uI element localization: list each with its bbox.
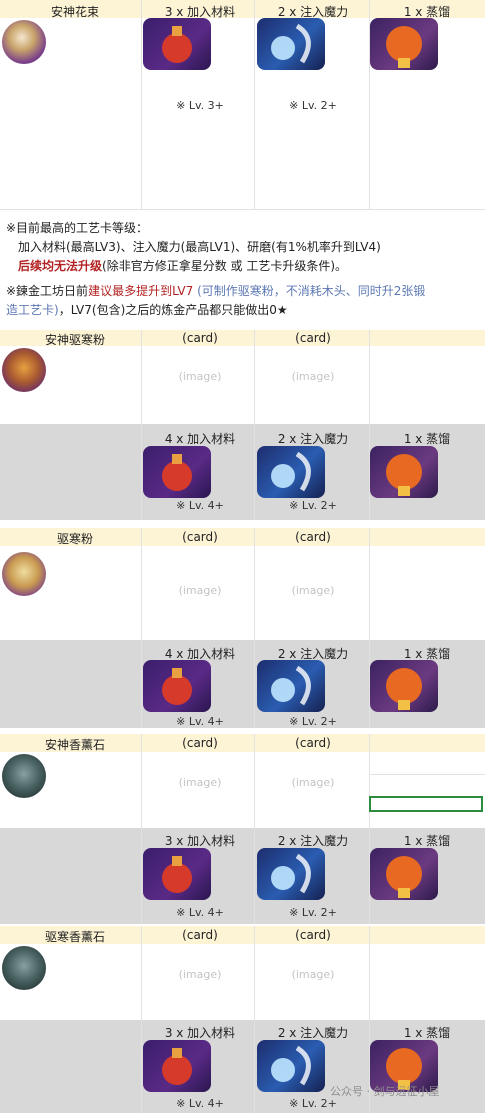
distill-flask-card-icon xyxy=(370,18,438,70)
potion-card-icon xyxy=(143,18,211,70)
magic-swirl-card-icon xyxy=(257,18,325,70)
notes-line-5: 造工艺卡)，LV7(包含)之后的炼金产品都只能做出0★ xyxy=(0,301,485,320)
card-label: (card) xyxy=(295,530,331,544)
image-placeholder: (image) xyxy=(291,968,335,981)
image-placeholder: (image) xyxy=(178,584,222,597)
distill-flask-card-icon xyxy=(370,446,438,498)
level-materials: ※ Lv. 4+ xyxy=(176,715,224,728)
card-label: (card) xyxy=(295,928,331,942)
item-name: 驱寒香薰石 xyxy=(44,930,105,944)
notes-line-2: 加入材料(最高LV3)、注入魔力(最高LV1)、研磨(有1%机率升到LV4) xyxy=(18,240,381,254)
level-materials: ※ Lv. 4+ xyxy=(176,499,224,512)
notes-line-3-rest: (除非官方修正拿星分数 或 工艺卡升级条件)。 xyxy=(102,259,348,273)
distill-flask-card-icon xyxy=(370,660,438,712)
card-label: (card) xyxy=(182,331,218,345)
potion-card-icon xyxy=(143,660,211,712)
notes-line-5-rest: ，LV7(包含)之后的炼金产品都只能做出0★ xyxy=(58,303,288,317)
image-placeholder: (image) xyxy=(291,776,335,789)
notes-line-5-blue: 造工艺卡) xyxy=(6,303,59,317)
section-anshen-quhanfen: 安神驱寒粉 (card) (card) (image) (image) 4 x … xyxy=(0,330,485,520)
step-distill: 1 x 蒸馏 xyxy=(403,432,451,446)
step-magic: 2 x 注入魔力 xyxy=(277,1026,349,1040)
notes-line-4-blue: (可制作驱寒粉，不消耗木头、同时升2张锻 xyxy=(193,284,426,298)
step-materials: 3 x 加入材料 xyxy=(164,1026,236,1040)
level-magic: ※ Lv. 2+ xyxy=(289,715,337,728)
step-magic: 2 x 注入魔力 xyxy=(277,432,349,446)
aroma-stone-icon xyxy=(2,946,46,990)
notes-panel: ※目前最高的工艺卡等级： 加入材料(最高LV3)、注入魔力(最高LV1)、研磨(… xyxy=(0,209,485,331)
magic-swirl-card-icon xyxy=(257,660,325,712)
potion-card-icon xyxy=(143,848,211,900)
item-name: 安神驱寒粉 xyxy=(44,333,105,347)
step-distill: 1 x 蒸馏 xyxy=(403,834,451,848)
potion-card-icon xyxy=(143,1040,211,1092)
image-placeholder: (image) xyxy=(178,968,222,981)
notes-warning: 后续均无法升级 xyxy=(18,259,103,273)
card-label: (card) xyxy=(182,928,218,942)
magic-swirl-card-icon xyxy=(257,446,325,498)
aroma-stone-icon xyxy=(2,754,46,798)
potion-card-icon xyxy=(143,446,211,498)
step-distill: 1 x 蒸馏 xyxy=(403,1026,451,1040)
step-materials: 3 x 加入材料 xyxy=(164,834,236,848)
item-name: 安神香薰石 xyxy=(44,738,105,752)
distill-flask-card-icon xyxy=(370,848,438,900)
image-placeholder: (image) xyxy=(291,370,335,383)
level-magic: ※ Lv. 2+ xyxy=(289,499,337,512)
level-materials: ※ Lv. 4+ xyxy=(176,1097,224,1110)
powder-bowl-icon xyxy=(2,552,46,596)
watermark-text: 公众号 · 剑与远征小屋 xyxy=(330,1085,440,1098)
card-label: (card) xyxy=(182,530,218,544)
item-name: 驱寒粉 xyxy=(56,532,93,546)
image-placeholder: (image) xyxy=(291,584,335,597)
step-materials: 4 x 加入材料 xyxy=(164,432,236,446)
notes-recommend: 建议最多提升到LV7 xyxy=(88,284,194,298)
flower-bouquet-icon xyxy=(2,20,46,64)
notes-line-1: ※目前最高的工艺卡等级： xyxy=(6,221,149,235)
card-label: (card) xyxy=(295,736,331,750)
level-materials: ※ Lv. 4+ xyxy=(176,906,224,919)
magic-swirl-card-icon xyxy=(257,848,325,900)
section-quhanfen: 驱寒粉 (card) (card) (image) (image) 4 x 加入… xyxy=(0,528,485,728)
selected-cell[interactable] xyxy=(369,796,483,812)
card-label: (card) xyxy=(182,736,218,750)
notes-line-4: ※鍊金工坊日前建议最多提升到LV7 (可制作驱寒粉，不消耗木头、同时升2张锻 xyxy=(0,282,485,301)
image-placeholder: (image) xyxy=(178,370,222,383)
magic-swirl-card-icon xyxy=(257,1040,325,1092)
card-label: (card) xyxy=(295,331,331,345)
level-magic: ※ Lv. 2+ xyxy=(289,906,337,919)
notes-line-4-prefix: ※鍊金工坊日前 xyxy=(6,284,89,298)
notes-line-3: 后续均无法升级(除非官方修正拿星分数 或 工艺卡升级条件)。 xyxy=(0,257,485,276)
herb-bowl-icon xyxy=(2,348,46,392)
image-placeholder: (image) xyxy=(178,776,222,789)
section-anshen-xiangxunshi: 安神香薰石 (card) (card) (image) (image) 3 x … xyxy=(0,734,485,924)
top-item-name: 安神花束 xyxy=(50,5,99,19)
step-magic: 2 x 注入魔力 xyxy=(277,834,349,848)
top-level-magic: ※ Lv. 2+ xyxy=(289,99,337,112)
top-level-materials: ※ Lv. 3+ xyxy=(176,99,224,112)
